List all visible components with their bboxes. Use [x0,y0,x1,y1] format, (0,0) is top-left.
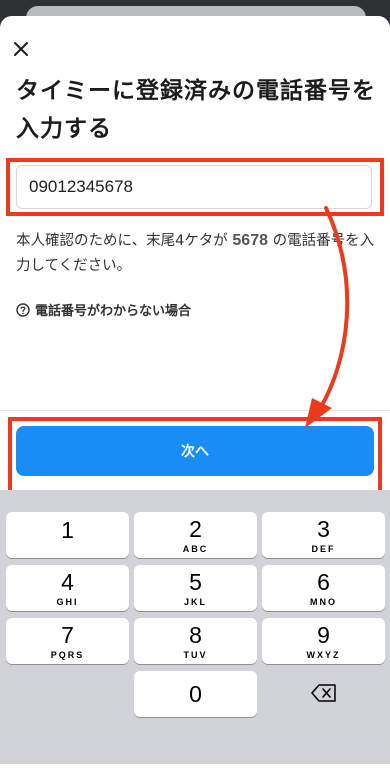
key-9[interactable]: 9 WXYZ [262,618,385,664]
phone-number-input[interactable] [16,165,372,209]
key-letters: PQRS [50,649,85,660]
key-digit: 4 [61,568,74,595]
key-8[interactable]: 8 TUV [134,618,257,664]
key-letters: GHI [56,596,79,607]
key-3[interactable]: 3 DEF [262,512,385,558]
key-digit: 5 [189,568,202,595]
next-button[interactable]: 次へ [16,426,374,476]
key-7[interactable]: 7 PQRS [6,618,129,664]
key-letters: WXYZ [306,649,341,660]
unknown-number-link[interactable]: 電話番号がわからない場合 [16,300,191,319]
page-title: タイミーに登録済みの電話番号を入力する [16,78,376,142]
key-letters: MNO [310,596,337,607]
help-text-digits: 5678 [232,232,268,249]
backspace-icon [310,684,336,702]
key-letters: TUV [183,649,208,660]
question-circle-icon [16,302,30,317]
key-5[interactable]: 5 JKL [134,565,257,611]
key-digit: 6 [317,568,330,595]
unknown-number-label: 電話番号がわからない場合 [35,304,192,319]
key-digit: 2 [189,515,202,542]
key-4[interactable]: 4 GHI [6,565,129,611]
key-digit: 3 [317,515,330,542]
numeric-keyboard: 1 2 ABC 3 DEF 4 GHI 5 JKL 6 MNO 7 PQRS 8 TUV 9 WXYZ 0 [0,490,390,764]
key-2[interactable]: 2 ABC [134,512,257,558]
key-letters: DEF [311,543,336,554]
close-button[interactable] [10,38,32,60]
key-digit: 0 [189,681,202,707]
key-1[interactable]: 1 [6,512,129,558]
divider [0,410,390,411]
key-letters: JKL [183,596,207,607]
key-digit: 9 [317,621,330,648]
key-0[interactable]: 0 [134,671,257,717]
key-digit: 1 [61,517,74,543]
delete-key[interactable] [262,670,385,716]
key-letters: ABC [182,543,209,554]
key-digit: 8 [189,621,202,648]
help-text: 本人確認のために、末尾4ケタが 5678 の電話番号を入力してください。 [16,228,382,279]
help-text-before: 本人確認のために、末尾4ケタが [16,233,228,249]
close-icon [14,42,28,56]
key-6[interactable]: 6 MNO [262,565,385,611]
key-digit: 7 [61,621,74,648]
